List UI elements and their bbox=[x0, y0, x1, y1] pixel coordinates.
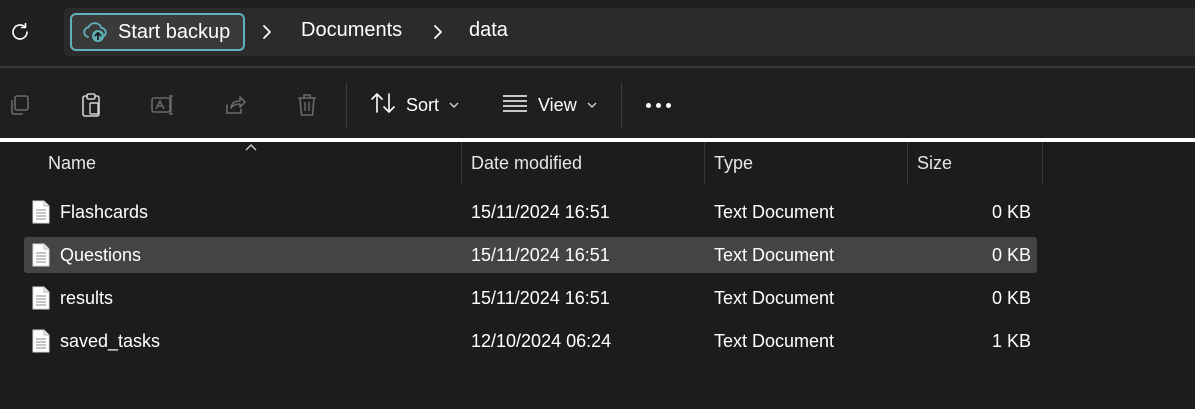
toolbar-separator bbox=[346, 82, 347, 128]
column-name-header[interactable]: Name bbox=[48, 153, 96, 174]
file-name: results bbox=[60, 288, 114, 308]
column-divider[interactable] bbox=[704, 142, 705, 184]
paste-icon[interactable] bbox=[78, 92, 104, 118]
chevron-down-icon bbox=[587, 100, 597, 110]
file-type: Text Document bbox=[714, 331, 835, 351]
delete-icon[interactable] bbox=[294, 92, 320, 118]
file-row[interactable]: Questions 15/11/2024 16:51 Text Document 0 … bbox=[24, 237, 1037, 273]
share-icon[interactable] bbox=[222, 92, 248, 118]
start-backup-label: Start backup bbox=[118, 20, 231, 43]
column-size-header[interactable]: Size bbox=[917, 153, 952, 174]
file-type: Text Document bbox=[714, 202, 835, 222]
file-type: Text Document bbox=[714, 288, 835, 308]
text-file-icon bbox=[32, 243, 50, 267]
more-options-icon[interactable] bbox=[646, 103, 671, 108]
sort-button[interactable]: Sort bbox=[370, 90, 459, 120]
text-file-icon bbox=[32, 329, 50, 353]
file-name: Questions bbox=[60, 245, 142, 265]
file-row[interactable]: results 15/11/2024 16:51 Text Document 0 KB bbox=[24, 280, 1037, 316]
toolbar-separator bbox=[621, 82, 622, 128]
address-row: Start backup Documents data bbox=[0, 0, 1195, 66]
file-size: 0 KB bbox=[991, 245, 1031, 265]
column-divider[interactable] bbox=[461, 142, 462, 184]
text-file-icon bbox=[32, 200, 50, 224]
view-label: View bbox=[538, 94, 577, 115]
file-size: 0 KB bbox=[991, 202, 1031, 222]
file-size: 0 KB bbox=[991, 288, 1031, 308]
sort-icon bbox=[370, 92, 396, 119]
file-name: Flashcards bbox=[60, 202, 149, 222]
column-date-header[interactable]: Date modified bbox=[471, 153, 582, 174]
file-date-modified: 15/11/2024 16:51 bbox=[471, 288, 610, 308]
column-type-header[interactable]: Type bbox=[714, 153, 753, 174]
cloud-upload-icon bbox=[82, 20, 108, 44]
copy-icon[interactable] bbox=[6, 92, 32, 118]
file-date-modified: 15/11/2024 16:51 bbox=[471, 245, 610, 265]
column-divider[interactable] bbox=[1042, 142, 1043, 184]
chevron-right-icon[interactable] bbox=[431, 22, 445, 42]
rename-icon[interactable] bbox=[150, 92, 176, 118]
refresh-icon[interactable] bbox=[8, 20, 32, 44]
chevron-down-icon bbox=[449, 100, 459, 110]
file-type: Text Document bbox=[714, 245, 835, 265]
file-name: saved_tasks bbox=[60, 331, 161, 351]
text-file-icon bbox=[32, 286, 50, 310]
breadcrumb-data[interactable]: data bbox=[469, 19, 508, 42]
breadcrumb-documents[interactable]: Documents bbox=[301, 19, 402, 42]
view-button[interactable]: View bbox=[502, 90, 597, 120]
file-date-modified: 12/10/2024 06:24 bbox=[471, 331, 612, 351]
file-date-modified: 15/11/2024 16:51 bbox=[471, 202, 610, 222]
command-toolbar: Sort View bbox=[0, 68, 1195, 138]
chevron-right-icon[interactable] bbox=[260, 22, 274, 42]
file-row[interactable]: Flashcards 15/11/2024 16:51 Text Document 0… bbox=[24, 194, 1037, 230]
sort-ascending-icon bbox=[245, 144, 257, 151]
file-size: 1 KB bbox=[991, 331, 1031, 351]
file-row[interactable]: saved_tasks 12/10/2024 06:24 Text Document… bbox=[24, 323, 1037, 359]
sort-label: Sort bbox=[406, 94, 440, 115]
column-divider[interactable] bbox=[907, 142, 908, 184]
column-header: Name Date modified Type Size bbox=[0, 142, 1195, 184]
view-list-icon bbox=[502, 93, 528, 118]
start-backup-button[interactable]: Start backup bbox=[70, 13, 245, 51]
